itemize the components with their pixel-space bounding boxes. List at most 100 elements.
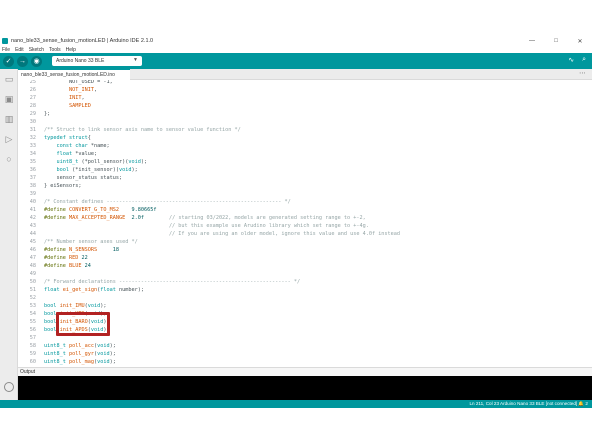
upload-button[interactable]: →: [17, 55, 28, 67]
menu-tools[interactable]: Tools: [49, 47, 61, 53]
output-header: Output: [18, 367, 592, 376]
line-number: 44: [29, 231, 36, 237]
code-text: } eiSensors;: [44, 183, 82, 189]
code-line: 39: [18, 190, 592, 198]
maximize-button[interactable]: □: [552, 38, 560, 44]
menu-bar: File Edit Sketch Tools Help: [0, 46, 592, 53]
line-number: 49: [29, 271, 36, 277]
menu-file[interactable]: File: [2, 47, 10, 53]
line-number: 59: [29, 351, 36, 357]
minimize-button[interactable]: —: [528, 38, 536, 44]
code-text: uint8_t (*poll_sensor)(void);: [56, 159, 148, 165]
tab-sketch-file[interactable]: nano_ble33_sense_fusion_motionLED.ino: [18, 69, 130, 80]
folder-icon[interactable]: ▭: [4, 74, 14, 84]
code-line: 47 #define RED 22: [18, 254, 592, 262]
line-number: 30: [29, 119, 36, 125]
line-number: 28: [29, 103, 36, 109]
line-number: 52: [29, 295, 36, 301]
line-number: 56: [29, 327, 36, 333]
line-number: 42: [29, 215, 36, 221]
title-bar: nano_ble33_sense_fusion_motionLED | Ardu…: [0, 36, 592, 46]
code-line: 35 uint8_t (*poll_sensor)(void);: [18, 158, 592, 166]
code-line: 38 } eiSensors;: [18, 182, 592, 190]
code-line: 30: [18, 118, 592, 126]
close-button[interactable]: ✕: [576, 38, 584, 45]
debug-button[interactable]: ◉: [31, 55, 42, 67]
line-number: 54: [29, 311, 36, 317]
line-number: 38: [29, 183, 36, 189]
debug-icon[interactable]: ▷: [4, 134, 14, 144]
code-line: 50 /* Forward declarations --------------…: [18, 278, 592, 286]
code-line: 32 typedef struct{: [18, 134, 592, 142]
board-icon[interactable]: ▣: [4, 94, 14, 104]
code-text: typedef struct{: [44, 135, 91, 141]
code-text: bool (*init_sensor)(void);: [56, 167, 138, 173]
code-line: 42 #define MAX_ACCEPTED_RANGE 2.0f // sta…: [18, 214, 592, 222]
debug-icon: ◉: [33, 58, 40, 65]
code-text: /** Struct to link sensor axis name to s…: [44, 127, 241, 133]
line-number: 31: [29, 127, 36, 133]
arrow-right-icon: →: [19, 57, 26, 65]
code-text: /** Number sensor axes used */: [44, 239, 138, 245]
code-text: INIT,: [69, 95, 85, 101]
more-icon[interactable]: ⋯: [579, 69, 586, 79]
menu-help[interactable]: Help: [66, 47, 76, 53]
line-number: 60: [29, 359, 36, 365]
line-number: 26: [29, 87, 36, 93]
toolbar-right: ∿ ⌕: [568, 56, 586, 64]
code-line: 34 float *value;: [18, 150, 592, 158]
line-number: 27: [29, 95, 36, 101]
line-number: 41: [29, 207, 36, 213]
line-number: 57: [29, 335, 36, 341]
board-name: Arduino Nano 33 BLE: [56, 58, 105, 64]
code-line: 51 float ei_get_sign(float number);: [18, 286, 592, 294]
code-line: 52: [18, 294, 592, 302]
sidebar: ▭ ▣ ▥ ▷ ○: [0, 69, 18, 408]
serial-monitor-icon[interactable]: ⌕: [582, 56, 586, 64]
output-label: Output: [20, 369, 36, 375]
line-number: 47: [29, 255, 36, 261]
serial-plotter-icon[interactable]: ∿: [568, 56, 574, 64]
code-line: 41 #define CONVERT_G_TO_MS2 9.80665f: [18, 206, 592, 214]
code-text: /* Constant defines --------------------…: [44, 199, 291, 205]
board-selector[interactable]: Arduino Nano 33 BLE ▼: [52, 56, 142, 66]
verify-button[interactable]: ✓: [3, 55, 14, 67]
code-text: bool init_IMU(void);: [44, 303, 107, 309]
line-number: 32: [29, 135, 36, 141]
code-text: const char *name;: [56, 143, 110, 149]
line-number: 35: [29, 159, 36, 165]
menu-sketch[interactable]: Sketch: [29, 47, 44, 53]
code-line: 45 /** Number sensor axes used */: [18, 238, 592, 246]
output-panel[interactable]: [18, 376, 592, 400]
line-number: 29: [29, 111, 36, 117]
menu-edit[interactable]: Edit: [15, 47, 24, 53]
line-number: 40: [29, 199, 36, 205]
code-line: 59 uint8_t poll_gyr(void);: [18, 350, 592, 358]
line-number: 50: [29, 279, 36, 285]
code-text: uint8_t poll_gyr(void);: [44, 351, 116, 357]
code-line: 48 #define BLUE 24: [18, 262, 592, 270]
search-icon[interactable]: ○: [4, 154, 14, 164]
line-number: 48: [29, 263, 36, 269]
code-text: #define CONVERT_G_TO_MS2 9.80665f: [44, 207, 157, 213]
account-icon[interactable]: [4, 382, 14, 392]
status-text: Ln 211, Col 23 Arduino Nano 33 BLE [not …: [469, 401, 588, 406]
code-text: NOT_INIT,: [69, 87, 98, 93]
arduino-ide-window: nano_ble33_sense_fusion_motionLED | Ardu…: [0, 36, 592, 408]
code-line: 44 // If you are using an older model, i…: [18, 230, 592, 238]
code-text: SAMPLED: [69, 103, 91, 109]
code-editor[interactable]: 64uint8_t poll_APDS_proximity(void);63ui…: [18, 80, 592, 367]
line-number: 33: [29, 143, 36, 149]
code-line: 33 const char *name;: [18, 142, 592, 150]
line-number: 36: [29, 167, 36, 173]
code-line: 25 NOT_USED = -1,: [18, 80, 592, 86]
tab-bar: nano_ble33_sense_fusion_motionLED.ino ⋯: [18, 69, 592, 80]
code-text: #define RED 22: [44, 255, 88, 261]
code-line: 36 bool (*init_sensor)(void);: [18, 166, 592, 174]
library-icon[interactable]: ▥: [4, 114, 14, 124]
line-number: 58: [29, 343, 36, 349]
code-line: 31 /** Struct to link sensor axis name to…: [18, 126, 592, 134]
annotation-highlight-box: [56, 312, 110, 336]
line-number: 39: [29, 191, 36, 197]
code-text: #define MAX_ACCEPTED_RANGE 2.0f // start…: [44, 215, 366, 221]
